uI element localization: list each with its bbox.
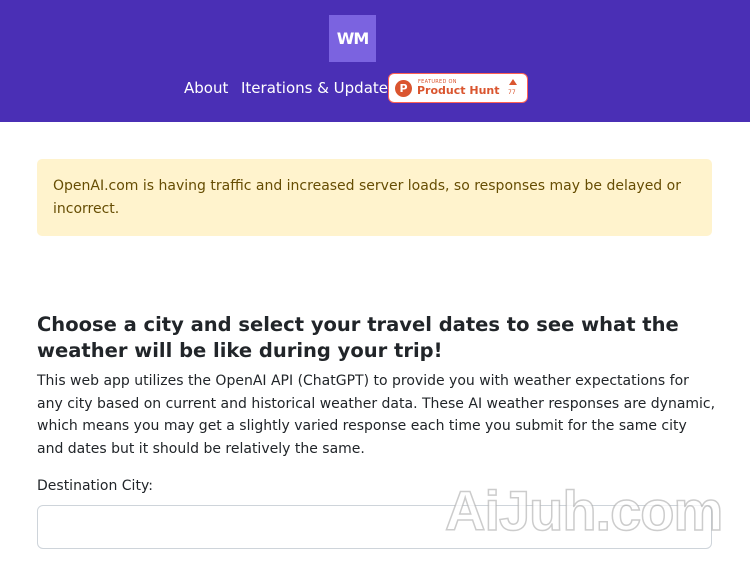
destination-city-label: Destination City: (37, 478, 153, 494)
site-header: WM About Iterations & Updates P FEATURED… (0, 0, 750, 122)
product-hunt-badge[interactable]: P FEATURED ON Product Hunt 77 (388, 73, 528, 103)
page-heading: Choose a city and select your travel dat… (37, 313, 679, 362)
upvote-arrow-icon (509, 79, 517, 85)
destination-city-input[interactable] (37, 505, 712, 549)
site-logo[interactable]: WM (329, 15, 376, 62)
product-hunt-name: Product Hunt (417, 84, 500, 97)
traffic-warning-alert: OpenAI.com is having traffic and increas… (37, 159, 712, 236)
nav-link-iterations-updates[interactable]: Iterations & Updates (241, 78, 396, 98)
intro-paragraph: This web app utilizes the OpenAI API (Ch… (37, 373, 716, 457)
product-hunt-logo-icon: P (395, 80, 412, 97)
product-hunt-upvote-count: 77 (508, 89, 516, 96)
nav-link-about[interactable]: About (184, 78, 228, 98)
